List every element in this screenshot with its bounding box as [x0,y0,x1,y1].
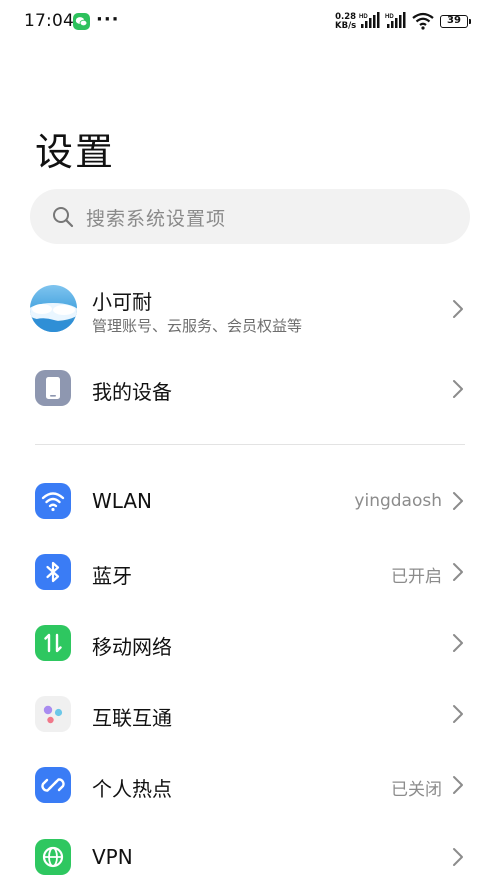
chevron-right-icon [452,299,464,319]
settings-item-label: VPN [92,845,133,869]
interconnect-icon [35,696,71,732]
settings-item-label: 个人热点 [92,777,172,801]
settings-item-label: 互联互通 [92,706,172,730]
wlan-network-name: yingdaosh [354,491,442,511]
chevron-right-icon [452,379,464,399]
mobile-data-icon [35,625,71,661]
signal-strength-icon: HD [385,12,407,30]
wifi-icon [35,483,71,519]
my-device-label: 我的设备 [92,380,172,404]
device-icon [35,370,71,406]
settings-item-bluetooth[interactable]: 蓝牙 已开启 [0,537,500,607]
account-name: 小可耐 [92,290,152,314]
chevron-right-icon [452,562,464,582]
my-device-row[interactable]: 我的设备 [0,355,500,421]
svg-text:HD: HD [385,14,394,20]
network-speed: 0.28 KB/s [335,13,356,31]
settings-item-label: 移动网络 [92,635,172,659]
settings-item-mobile-network[interactable]: 移动网络 [0,608,500,678]
search-bar[interactable]: 搜索系统设置项 [30,189,470,244]
settings-item-vpn[interactable]: VPN [0,821,500,888]
bluetooth-status: 已开启 [391,567,442,587]
wifi-status-icon [412,12,434,30]
svg-text:HD: HD [359,14,368,20]
chevron-right-icon [452,491,464,511]
status-time: 17:04 [24,11,74,31]
bluetooth-icon [35,554,71,590]
page-title: 设置 [35,130,116,174]
hotspot-icon [35,767,71,803]
hotspot-status: 已关闭 [391,780,442,800]
chevron-right-icon [452,847,464,867]
network-speed-unit: KB/s [335,21,357,31]
avatar [30,285,77,332]
chevron-right-icon [452,704,464,724]
chevron-right-icon [452,633,464,653]
search-icon [52,206,74,228]
settings-item-label: 蓝牙 [92,564,132,588]
settings-item-interconnect[interactable]: 互联互通 [0,679,500,749]
settings-item-label: WLAN [92,489,153,513]
more-notifications-indicator: ··· [96,9,120,30]
vpn-icon [35,839,71,875]
account-description: 管理账号、云服务、会员权益等 [92,317,303,335]
section-divider [35,444,465,445]
status-bar: 17:04 ··· 0.28 KB/s HD HD 39 [0,0,500,44]
search-placeholder: 搜索系统设置项 [86,208,227,230]
signal-strength-icon: HD [359,12,381,30]
settings-item-hotspot[interactable]: 个人热点 已关闭 [0,750,500,820]
wechat-icon [73,13,90,30]
chevron-right-icon [452,775,464,795]
settings-item-wlan[interactable]: WLAN yingdaosh [0,466,500,536]
battery-icon: 39 [440,15,471,28]
